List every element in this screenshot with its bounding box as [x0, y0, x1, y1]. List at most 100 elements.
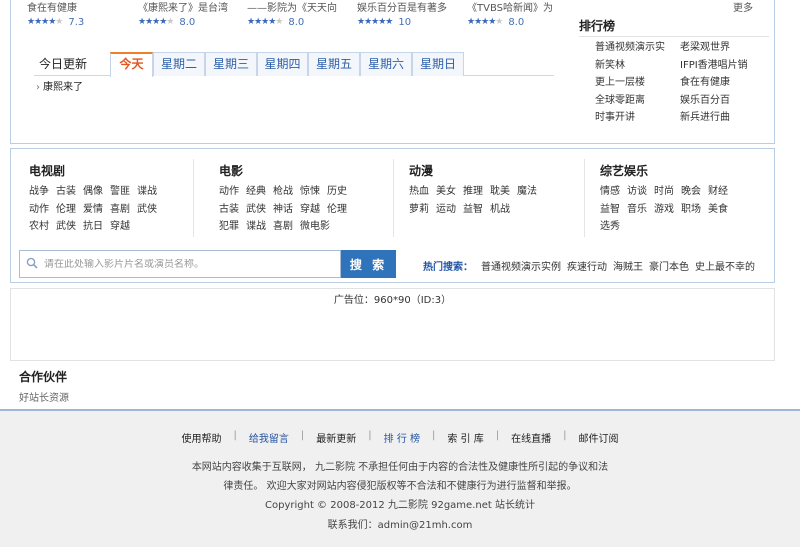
tab-thursday[interactable]: 星期四	[257, 52, 308, 76]
category-link[interactable]: 动作	[219, 183, 239, 201]
category-link[interactable]: 喜剧	[273, 218, 293, 236]
tab-sunday[interactable]: 星期日	[412, 52, 464, 76]
footer-link-help[interactable]: 使用帮助	[182, 430, 222, 445]
ranking-item[interactable]: 娱乐百分百	[680, 92, 775, 110]
category-link[interactable]: 爱情	[83, 201, 103, 219]
category-link[interactable]: 武侠	[137, 201, 157, 219]
footer-link-latest[interactable]: 最新更新	[316, 430, 356, 445]
category-link[interactable]: 伦理	[56, 201, 76, 219]
category-title[interactable]: 电影	[219, 162, 369, 178]
footer-link-message[interactable]: 给我留言	[249, 430, 289, 445]
hot-search-link[interactable]: 豪门本色	[649, 258, 689, 273]
category-link[interactable]: 财经	[708, 183, 728, 201]
category-link[interactable]: 美女	[436, 183, 456, 201]
search-icon	[20, 257, 44, 272]
category-link[interactable]: 魔法	[517, 183, 537, 201]
tab-tuesday[interactable]: 星期二	[153, 52, 205, 76]
category-link[interactable]: 古装	[219, 201, 239, 219]
partner-link[interactable]: 好站长资源	[19, 389, 69, 404]
search-input[interactable]	[44, 258, 334, 270]
category-link[interactable]: 职场	[681, 201, 701, 219]
category-link[interactable]: 穿越	[110, 218, 130, 236]
category-link[interactable]: 抗日	[83, 218, 103, 236]
category-link[interactable]: 微电影	[300, 218, 330, 236]
rank-more-link[interactable]: 更多	[733, 0, 753, 14]
category-link[interactable]: 偶像	[83, 183, 103, 201]
category-link[interactable]: 穿越	[300, 201, 320, 219]
movie-title[interactable]: 娱乐百分百是有著多	[357, 0, 469, 13]
category-link[interactable]: 推理	[463, 183, 483, 201]
category-title[interactable]: 电视剧	[29, 162, 179, 178]
category-link[interactable]: 农村	[29, 218, 49, 236]
category-title[interactable]: 动漫	[409, 162, 559, 178]
tab-today[interactable]: 今天	[110, 52, 153, 77]
update-item-label[interactable]: 康熙来了	[43, 82, 83, 93]
category-link[interactable]: 伦理	[327, 201, 347, 219]
movie-title[interactable]: 《TVBS哈新闻》为	[467, 0, 579, 13]
category-link[interactable]: 机战	[490, 201, 510, 219]
category-link[interactable]: 警匪	[110, 183, 130, 201]
star-rating-icon: ★★★★★	[27, 17, 63, 27]
footer-link-live[interactable]: 在线直播	[511, 430, 551, 445]
hot-search-link[interactable]: 疾速行动	[567, 258, 607, 273]
movie-card[interactable]: 《TVBS哈新闻》为 ★★★★★ 8.0	[467, 0, 579, 28]
category-link[interactable]: 动作	[29, 201, 49, 219]
category-link[interactable]: 战争	[29, 183, 49, 201]
category-link[interactable]: 耽美	[490, 183, 510, 201]
movie-title[interactable]: 食在有健康	[27, 0, 139, 13]
category-link[interactable]: 访谈	[627, 183, 647, 201]
category-link[interactable]: 音乐	[627, 201, 647, 219]
category-link[interactable]: 谍战	[137, 183, 157, 201]
category-title[interactable]: 综艺娱乐	[600, 162, 750, 178]
category-link[interactable]: 经典	[246, 183, 266, 201]
movie-card[interactable]: ——影院为《天天向 ★★★★★ 8.0	[247, 0, 359, 28]
category-link[interactable]: 枪战	[273, 183, 293, 201]
category-link[interactable]: 运动	[436, 201, 456, 219]
tab-saturday[interactable]: 星期六	[360, 52, 412, 76]
search-button[interactable]: 搜 索	[341, 250, 396, 278]
category-link[interactable]: 选秀	[600, 218, 620, 236]
category-link[interactable]: 时尚	[654, 183, 674, 201]
hot-search-link[interactable]: 史上最不幸的	[695, 258, 755, 273]
footer-link-subscribe[interactable]: 邮件订阅	[578, 430, 618, 445]
ranking-item[interactable]: 新笑林	[595, 57, 680, 75]
category-link[interactable]: 游戏	[654, 201, 674, 219]
category-link[interactable]: 历史	[327, 183, 347, 201]
category-link[interactable]: 古装	[56, 183, 76, 201]
category-link[interactable]: 萝莉	[409, 201, 429, 219]
tab-friday[interactable]: 星期五	[308, 52, 360, 76]
movie-card[interactable]: 食在有健康 ★★★★★ 7.3	[27, 0, 139, 28]
movie-title[interactable]: 《康熙来了》是台湾	[138, 0, 250, 13]
category-link[interactable]: 晚会	[681, 183, 701, 201]
category-link[interactable]: 美食	[708, 201, 728, 219]
ranking-item[interactable]: 老梁观世界	[680, 39, 775, 57]
category-link[interactable]: 情感	[600, 183, 620, 201]
category-link[interactable]: 益智	[600, 201, 620, 219]
ranking-item[interactable]: 时事开讲	[595, 109, 680, 127]
ranking-item[interactable]: 全球零距离	[595, 92, 680, 110]
movie-card[interactable]: 娱乐百分百是有著多 ★★★★★ 10	[357, 0, 469, 28]
footer-link-ranking[interactable]: 排 行 榜	[384, 430, 420, 445]
category-panel: 电视剧 战争 古装 偶像 警匪 谍战 动作 伦理 爱情 喜剧 武侠 农村 武侠 …	[10, 148, 775, 283]
tab-wednesday[interactable]: 星期三	[205, 52, 257, 76]
category-link[interactable]: 神话	[273, 201, 293, 219]
footer-link-index[interactable]: 索 引 库	[447, 430, 483, 445]
movie-card[interactable]: 《康熙来了》是台湾 ★★★★★ 8.0	[138, 0, 250, 28]
hot-search-link[interactable]: 普通视频演示实例	[481, 258, 561, 273]
list-item[interactable]: › 康熙来了	[36, 78, 83, 93]
category-link[interactable]: 益智	[463, 201, 483, 219]
category-link[interactable]: 喜剧	[110, 201, 130, 219]
category-link[interactable]: 谍战	[246, 218, 266, 236]
category-link[interactable]: 武侠	[56, 218, 76, 236]
ranking-item[interactable]: 更上一层楼	[595, 74, 680, 92]
ranking-item[interactable]: IFPI香港唱片销	[680, 57, 775, 75]
category-link[interactable]: 热血	[409, 183, 429, 201]
ranking-item[interactable]: 新兵进行曲	[680, 109, 775, 127]
hot-search-link[interactable]: 海贼王	[613, 258, 643, 273]
ranking-item[interactable]: 食在有健康	[680, 74, 775, 92]
ranking-item[interactable]: 普通视频演示实	[595, 39, 680, 57]
category-link[interactable]: 武侠	[246, 201, 266, 219]
movie-title[interactable]: ——影院为《天天向	[247, 0, 359, 13]
category-link[interactable]: 惊悚	[300, 183, 320, 201]
category-link[interactable]: 犯罪	[219, 218, 239, 236]
